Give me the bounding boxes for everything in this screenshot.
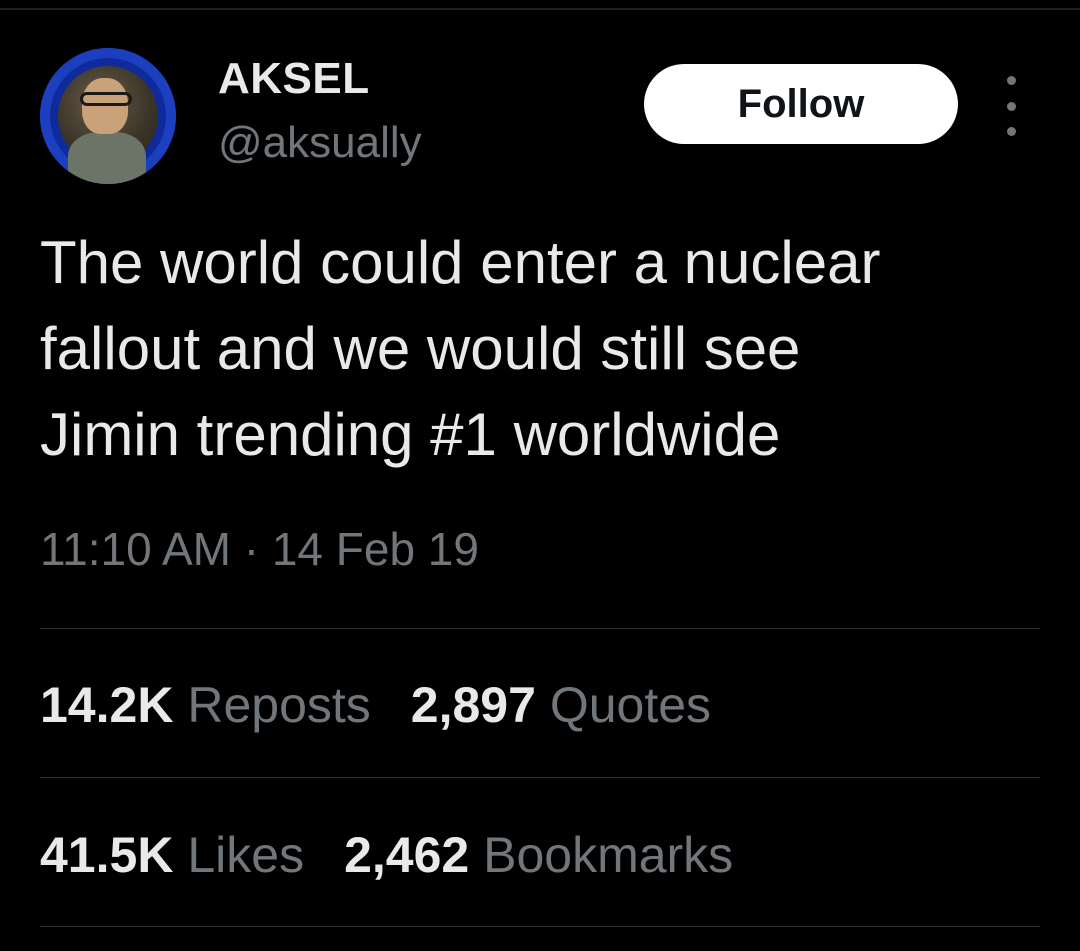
quotes-stat[interactable]: 2,897 Quotes: [411, 676, 711, 734]
bookmarks-stat[interactable]: 2,462 Bookmarks: [344, 826, 733, 884]
engagement-row-likes-bookmarks: 41.5K Likes 2,462 Bookmarks: [40, 826, 773, 884]
likes-label: Likes: [187, 827, 305, 883]
bookmarks-count: 2,462: [344, 827, 470, 883]
likes-count: 41.5K: [40, 827, 174, 883]
more-dot-icon: [1006, 101, 1016, 111]
more-options-button[interactable]: [996, 76, 1026, 136]
reposts-label: Reposts: [187, 677, 371, 733]
avatar-glasses-shape: [80, 92, 132, 106]
stats-divider-middle: [40, 777, 1040, 778]
avatar-face-shape: [82, 78, 128, 134]
follow-button[interactable]: Follow: [644, 64, 958, 144]
author-display-name[interactable]: AKSEL: [218, 54, 370, 104]
more-dot-icon: [1006, 127, 1016, 136]
author-handle[interactable]: @aksually: [218, 118, 422, 168]
tweet-text: The world could enter a nuclear fallout …: [40, 229, 881, 468]
avatar[interactable]: [40, 48, 176, 184]
tweet-header: AKSEL @aksually Follow: [40, 48, 1040, 188]
bookmarks-label: Bookmarks: [483, 827, 734, 883]
tweet-timestamp[interactable]: 11:10 AM · 14 Feb 19: [40, 522, 479, 576]
avatar-body-shape: [68, 132, 146, 184]
top-divider: [0, 8, 1080, 10]
stats-divider-top: [40, 628, 1040, 629]
likes-stat[interactable]: 41.5K Likes: [40, 826, 304, 884]
stats-divider-bottom: [40, 926, 1040, 927]
reposts-stat[interactable]: 14.2K Reposts: [40, 676, 371, 734]
more-dot-icon: [1006, 76, 1016, 85]
reposts-count: 14.2K: [40, 677, 174, 733]
quotes-count: 2,897: [410, 677, 536, 733]
quotes-label: Quotes: [549, 677, 712, 733]
engagement-row-reposts-quotes: 14.2K Reposts 2,897 Quotes: [40, 676, 751, 734]
